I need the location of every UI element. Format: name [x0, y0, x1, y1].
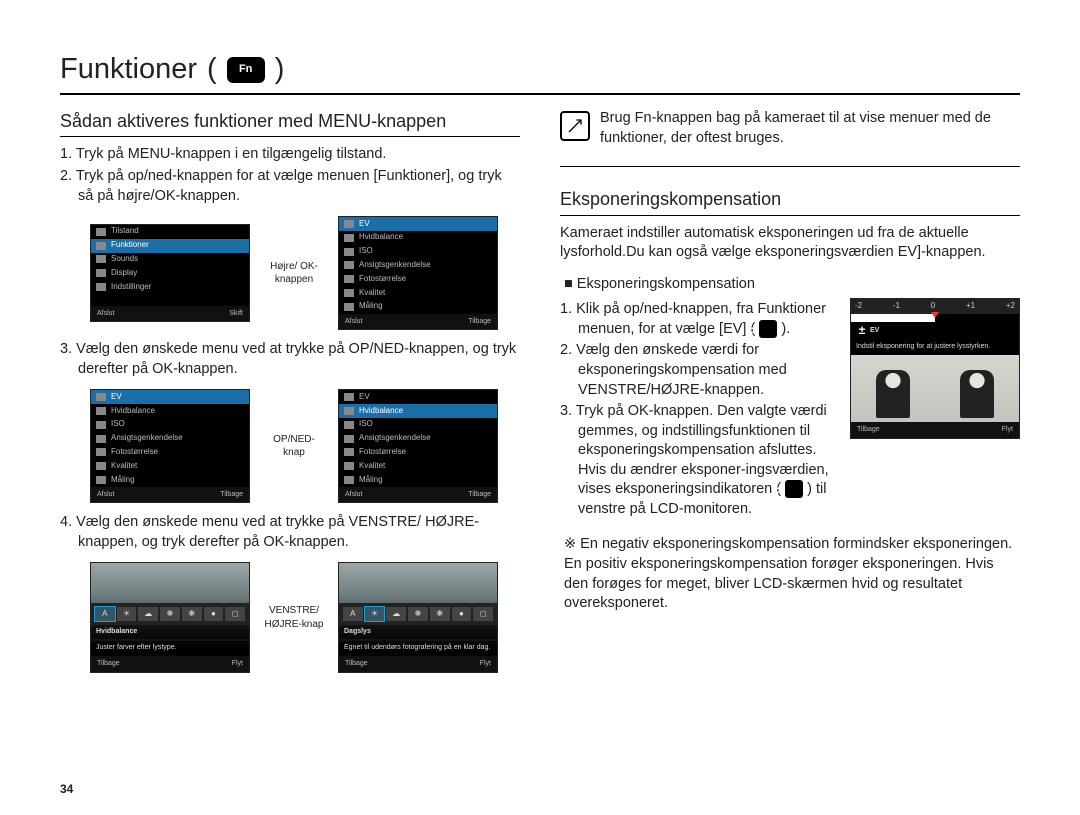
ev-icon [344, 220, 354, 228]
sounds-icon [96, 255, 106, 263]
exp-step-2: 2. Vælg den ønskede værdi for eksponerin… [578, 341, 834, 400]
footer-right: Skift [229, 309, 243, 318]
ev-badge-icon [856, 324, 868, 336]
fn-icon: Fn [227, 57, 265, 83]
gear-icon [96, 283, 106, 291]
note-icon [560, 111, 590, 141]
mode-icon [96, 228, 106, 236]
page-title: Funktioner ( Fn ) [60, 50, 1020, 95]
wb-fluor-icon: ❋ [160, 607, 180, 621]
wb-auto-icon: A [95, 607, 115, 621]
ev-camera-screen: -2 -1 0 +1 +2 EV Indstil eksponering for… [850, 298, 1020, 439]
ev-bar [851, 314, 1019, 322]
exposure-footnote: ※ En negativ eksponeringskompensation fo… [564, 535, 1020, 613]
quality-icon [344, 289, 354, 297]
button-label-right-ok: Højre/ OK-knappen [264, 260, 324, 287]
title-text: Funktioner [60, 50, 197, 89]
photo-placeholder [851, 355, 1019, 422]
wb-daylight-icon: ☀ [117, 607, 137, 621]
right-column: Brug Fn-knappen bag på kameraet til at v… [560, 109, 1020, 683]
wb-custom-icon: ◻ [225, 607, 245, 621]
button-label-left-right: VENSTRE/ HØJRE-knap [264, 604, 324, 631]
iso-icon [344, 248, 354, 256]
camera-icon [96, 242, 106, 250]
person-icon [960, 370, 994, 418]
note-box: Brug Fn-knappen bag på kameraet til at v… [560, 109, 1020, 167]
button-label-up-down: OP/NED-knap [264, 433, 324, 460]
metering-icon [344, 303, 354, 311]
wb-fluor2-icon: ❋ [182, 607, 202, 621]
display-icon [96, 269, 106, 277]
person-icon [876, 370, 910, 418]
size-icon [344, 275, 354, 283]
camera-screen-f: A ☀ ☁ ❋ ❋ ● ◻ Dagslys Egnet til udendørs… [338, 562, 498, 672]
exposure-sub: ■ Eksponeringskompensation [564, 275, 1020, 295]
ev-badge-icon [785, 480, 803, 498]
note-text: Brug Fn-knappen bag på kameraet til at v… [600, 109, 1020, 148]
wb-tungsten-icon: ● [204, 607, 224, 621]
step-4: 4. Vælg den ønskede menu ved at trykke p… [78, 513, 520, 552]
step-2: 2. Tryk på op/ned-knappen for at vælge m… [78, 167, 520, 206]
exp-step-3: 3. Tryk på OK-knappen. Den valgte værdi … [578, 402, 834, 519]
camera-screen-d: EV Hvidbalance ISO Ansigtsgenkendelse Fo… [338, 389, 498, 503]
camera-screen-b: EV Hvidbalance ISO Ansigtsgenkendelse Fo… [338, 216, 498, 330]
left-column: Sådan aktiveres funktioner med MENU-knap… [60, 109, 520, 683]
step-1: 1. Tryk på MENU-knappen i en tilgængelig… [78, 145, 520, 165]
exp-step-1: 1. Klik på op/ned-knappen, fra Funktione… [578, 300, 834, 339]
footer-left: Afslut [97, 309, 115, 318]
face-icon [344, 261, 354, 269]
page-number: 34 [60, 781, 73, 797]
step-3: 3. Vælg den ønskede menu ved at trykke p… [78, 340, 520, 379]
camera-screen-a: Tilstand Funktioner Sounds Display Indst… [90, 224, 250, 322]
camera-screen-c: EV Hvidbalance ISO Ansigtsgenkendelse Fo… [90, 389, 250, 503]
section-exposure-compensation: Eksponeringskompensation [560, 187, 1020, 215]
wb-daylight-icon: ☀ [365, 607, 385, 621]
ev-cursor-icon [931, 312, 939, 318]
wb-cloudy-icon: ☁ [138, 607, 158, 621]
camera-screen-e: A ☀ ☁ ❋ ❋ ● ◻ Hvidbalance Juster farver … [90, 562, 250, 672]
wb-icon [344, 234, 354, 242]
ev-badge-icon [759, 320, 777, 338]
section-activate-functions: Sådan aktiveres funktioner med MENU-knap… [60, 109, 520, 137]
exposure-intro: Kameraet indstiller automatisk eksponeri… [560, 224, 1020, 263]
